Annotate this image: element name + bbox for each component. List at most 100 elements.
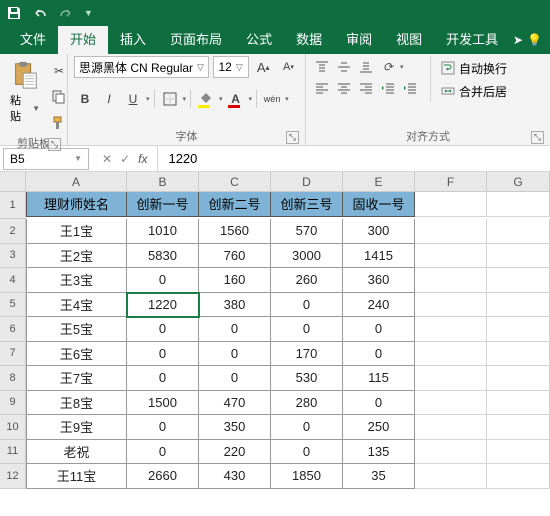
cell[interactable] [415,440,487,465]
cell[interactable]: 5830 [127,244,199,269]
cell[interactable] [415,192,487,217]
col-header[interactable]: G [487,172,550,192]
cell[interactable] [487,219,550,244]
save-icon[interactable] [6,5,22,21]
cell[interactable] [487,440,550,465]
cell[interactable]: 135 [343,440,415,465]
cell[interactable]: 0 [271,317,343,342]
cell[interactable]: 王5宝 [26,317,127,342]
row-header[interactable]: 3 [0,244,26,269]
font-expand-icon[interactable]: ⤡ [286,131,299,144]
cell[interactable]: 0 [343,391,415,416]
cell[interactable] [415,391,487,416]
cell[interactable]: 470 [199,391,271,416]
cell[interactable] [487,342,550,367]
cell[interactable]: 380 [199,293,271,318]
row-header[interactable]: 7 [0,342,26,367]
cell[interactable]: 创新一号 [127,192,199,217]
cell[interactable] [415,244,487,269]
cell[interactable]: 530 [271,366,343,391]
cell[interactable]: 0 [127,440,199,465]
cell[interactable] [415,293,487,318]
tab-review[interactable]: 审阅 [334,26,384,54]
cell[interactable] [415,342,487,367]
cell[interactable]: 1010 [127,219,199,244]
cell[interactable] [487,464,550,489]
tab-data[interactable]: 数据 [284,26,334,54]
select-all-corner[interactable] [0,172,26,192]
underline-icon[interactable]: U [122,88,144,110]
merge-center-button[interactable]: 合并后居 [437,81,511,101]
cell[interactable]: 老祝 [26,440,127,465]
cell[interactable]: 1220 [127,293,199,318]
cell[interactable]: 240 [343,293,415,318]
align-bottom-icon[interactable] [356,58,376,76]
border-icon[interactable] [159,88,181,110]
tab-formula[interactable]: 公式 [234,26,284,54]
increase-font-icon[interactable]: A▴ [253,56,274,78]
cell[interactable] [415,268,487,293]
cell[interactable] [487,244,550,269]
cell[interactable] [487,415,550,440]
format-painter-icon[interactable] [50,112,68,134]
cell[interactable] [487,192,550,217]
cell[interactable]: 160 [199,268,271,293]
cell[interactable]: 王3宝 [26,268,127,293]
align-center-icon[interactable] [334,79,354,97]
align-right-icon[interactable] [356,79,376,97]
paste-button[interactable]: 粘贴▼ [6,56,44,128]
cell[interactable]: 0 [127,342,199,367]
cell[interactable]: 理财师姓名 [26,192,127,217]
confirm-icon[interactable]: ✓ [120,152,130,166]
align-expand-icon[interactable]: ⤡ [531,131,544,144]
tab-file[interactable]: 文件 [8,26,58,54]
cell[interactable]: 760 [199,244,271,269]
orientation-icon[interactable]: ⟳ [378,58,398,76]
cell[interactable]: 350 [199,415,271,440]
cell[interactable]: 王8宝 [26,391,127,416]
cell[interactable] [415,317,487,342]
cell[interactable]: 0 [127,268,199,293]
align-middle-icon[interactable] [334,58,354,76]
cell[interactable] [487,366,550,391]
cell[interactable]: 260 [271,268,343,293]
cell[interactable]: 0 [127,317,199,342]
decrease-font-icon[interactable]: A▾ [278,56,299,78]
cell[interactable]: 0 [199,317,271,342]
tab-insert[interactable]: 插入 [108,26,158,54]
fill-color-icon[interactable] [195,88,217,110]
bold-icon[interactable]: B [74,88,96,110]
cancel-icon[interactable]: ✕ [102,152,112,166]
cell[interactable]: 0 [271,293,343,318]
cell[interactable] [487,391,550,416]
cell[interactable]: 1850 [271,464,343,489]
font-color-icon[interactable]: A [225,88,247,110]
cell[interactable]: 王2宝 [26,244,127,269]
cell[interactable]: 王11宝 [26,464,127,489]
cell[interactable]: 360 [343,268,415,293]
row-header[interactable]: 9 [0,391,26,416]
col-header[interactable]: D [271,172,343,192]
font-name-select[interactable]: 思源黑体 CN Regular▽ [74,56,209,78]
col-header[interactable]: F [415,172,487,192]
cell[interactable]: 王6宝 [26,342,127,367]
align-left-icon[interactable] [312,79,332,97]
row-header[interactable]: 8 [0,366,26,391]
cell[interactable]: 0 [343,317,415,342]
cell[interactable] [487,268,550,293]
cell[interactable]: 0 [271,415,343,440]
align-top-icon[interactable] [312,58,332,76]
row-header[interactable]: 1 [0,192,26,219]
redo-icon[interactable] [58,5,74,21]
col-header[interactable]: C [199,172,271,192]
cell[interactable]: 250 [343,415,415,440]
tab-view[interactable]: 视图 [384,26,434,54]
cell[interactable]: 王4宝 [26,293,127,318]
phonetic-icon[interactable]: wén [261,88,283,110]
col-header[interactable]: E [343,172,415,192]
qat-dropdown-icon[interactable]: ▼ [84,8,93,18]
cell[interactable]: 王7宝 [26,366,127,391]
cell[interactable] [487,293,550,318]
cell[interactable]: 王9宝 [26,415,127,440]
cell[interactable]: 115 [343,366,415,391]
